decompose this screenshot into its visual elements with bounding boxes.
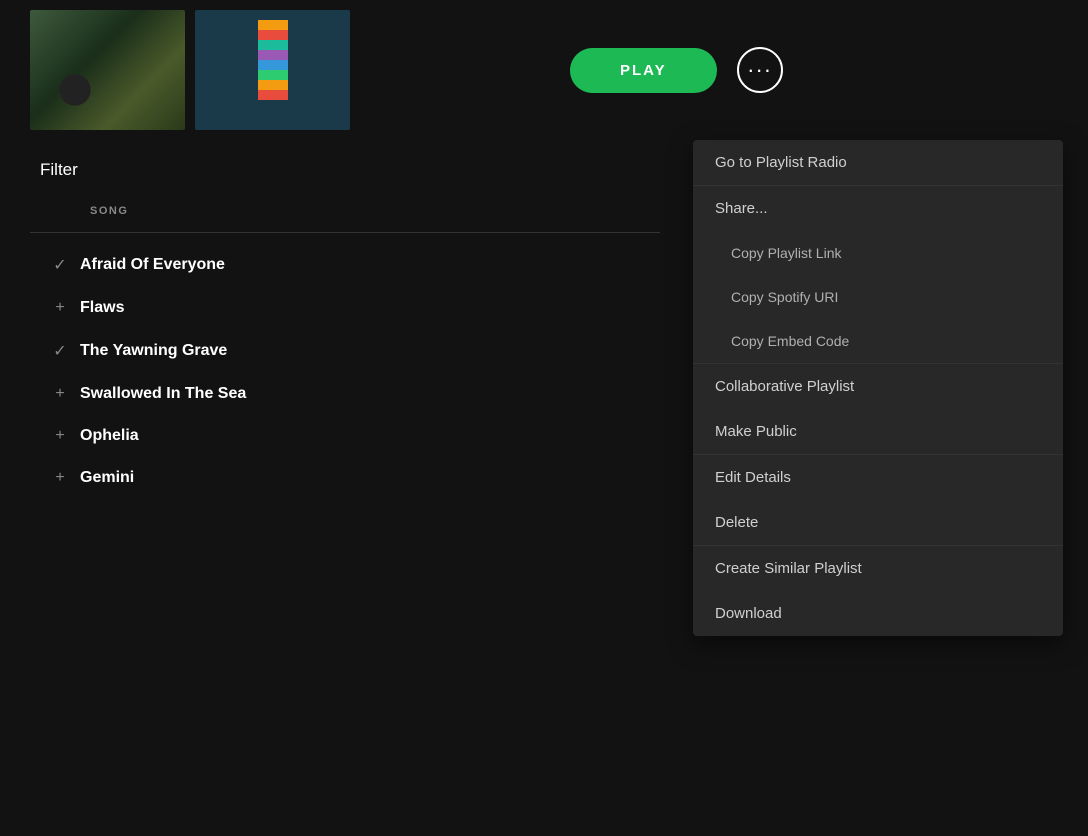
menu-item-copy-spotify-uri[interactable]: Copy Spotify URI [693,275,1063,319]
song-name-2: Flaws [80,299,124,317]
album-art-right [195,10,350,130]
filter-label: Filter [30,160,660,180]
menu-item-create-similar-playlist[interactable]: Create Similar Playlist [693,546,1063,591]
song-checkmark-3: ✓ [40,341,80,361]
more-options-button[interactable]: ··· [737,47,783,93]
song-item-6[interactable]: + Gemini [30,457,660,499]
song-name-3: The Yawning Grave [80,342,227,360]
song-name-4: Swallowed In The Sea [80,385,246,403]
song-add-2: + [40,299,80,317]
menu-item-go-to-playlist-radio[interactable]: Go to Playlist Radio [693,140,1063,185]
song-name-1: Afraid Of Everyone [80,256,225,274]
menu-item-share[interactable]: Share... [693,186,1063,231]
song-list-area: Filter SONG ✓ Afraid Of Everyone + Flaws… [0,140,690,836]
song-item-4[interactable]: + Swallowed In The Sea [30,373,660,415]
song-checkmark-1: ✓ [40,255,80,275]
menu-item-collaborative-playlist[interactable]: Collaborative Playlist [693,364,1063,409]
song-add-5: + [40,427,80,445]
song-add-6: + [40,469,80,487]
menu-item-copy-embed-code[interactable]: Copy Embed Code [693,319,1063,363]
menu-item-delete[interactable]: Delete [693,500,1063,545]
song-item-1[interactable]: ✓ Afraid Of Everyone [30,243,660,287]
context-menu: Go to Playlist Radio Share... Copy Playl… [693,140,1063,636]
top-area: PLAY ··· [0,0,1088,140]
song-column-header: SONG [30,205,660,233]
album-art-left [30,10,185,130]
song-name-5: Ophelia [80,427,139,445]
song-item-2[interactable]: + Flaws [30,287,660,329]
song-item-5[interactable]: + Ophelia [30,415,660,457]
menu-item-make-public[interactable]: Make Public [693,409,1063,454]
menu-item-download[interactable]: Download [693,591,1063,636]
song-item-3[interactable]: ✓ The Yawning Grave [30,329,660,373]
main-content: Filter SONG ✓ Afraid Of Everyone + Flaws… [0,140,1088,836]
menu-item-edit-details[interactable]: Edit Details [693,455,1063,500]
menu-item-copy-playlist-link[interactable]: Copy Playlist Link [693,231,1063,275]
play-button[interactable]: PLAY [570,48,717,93]
song-add-4: + [40,385,80,403]
song-name-6: Gemini [80,469,134,487]
ellipsis-icon: ··· [747,57,772,83]
